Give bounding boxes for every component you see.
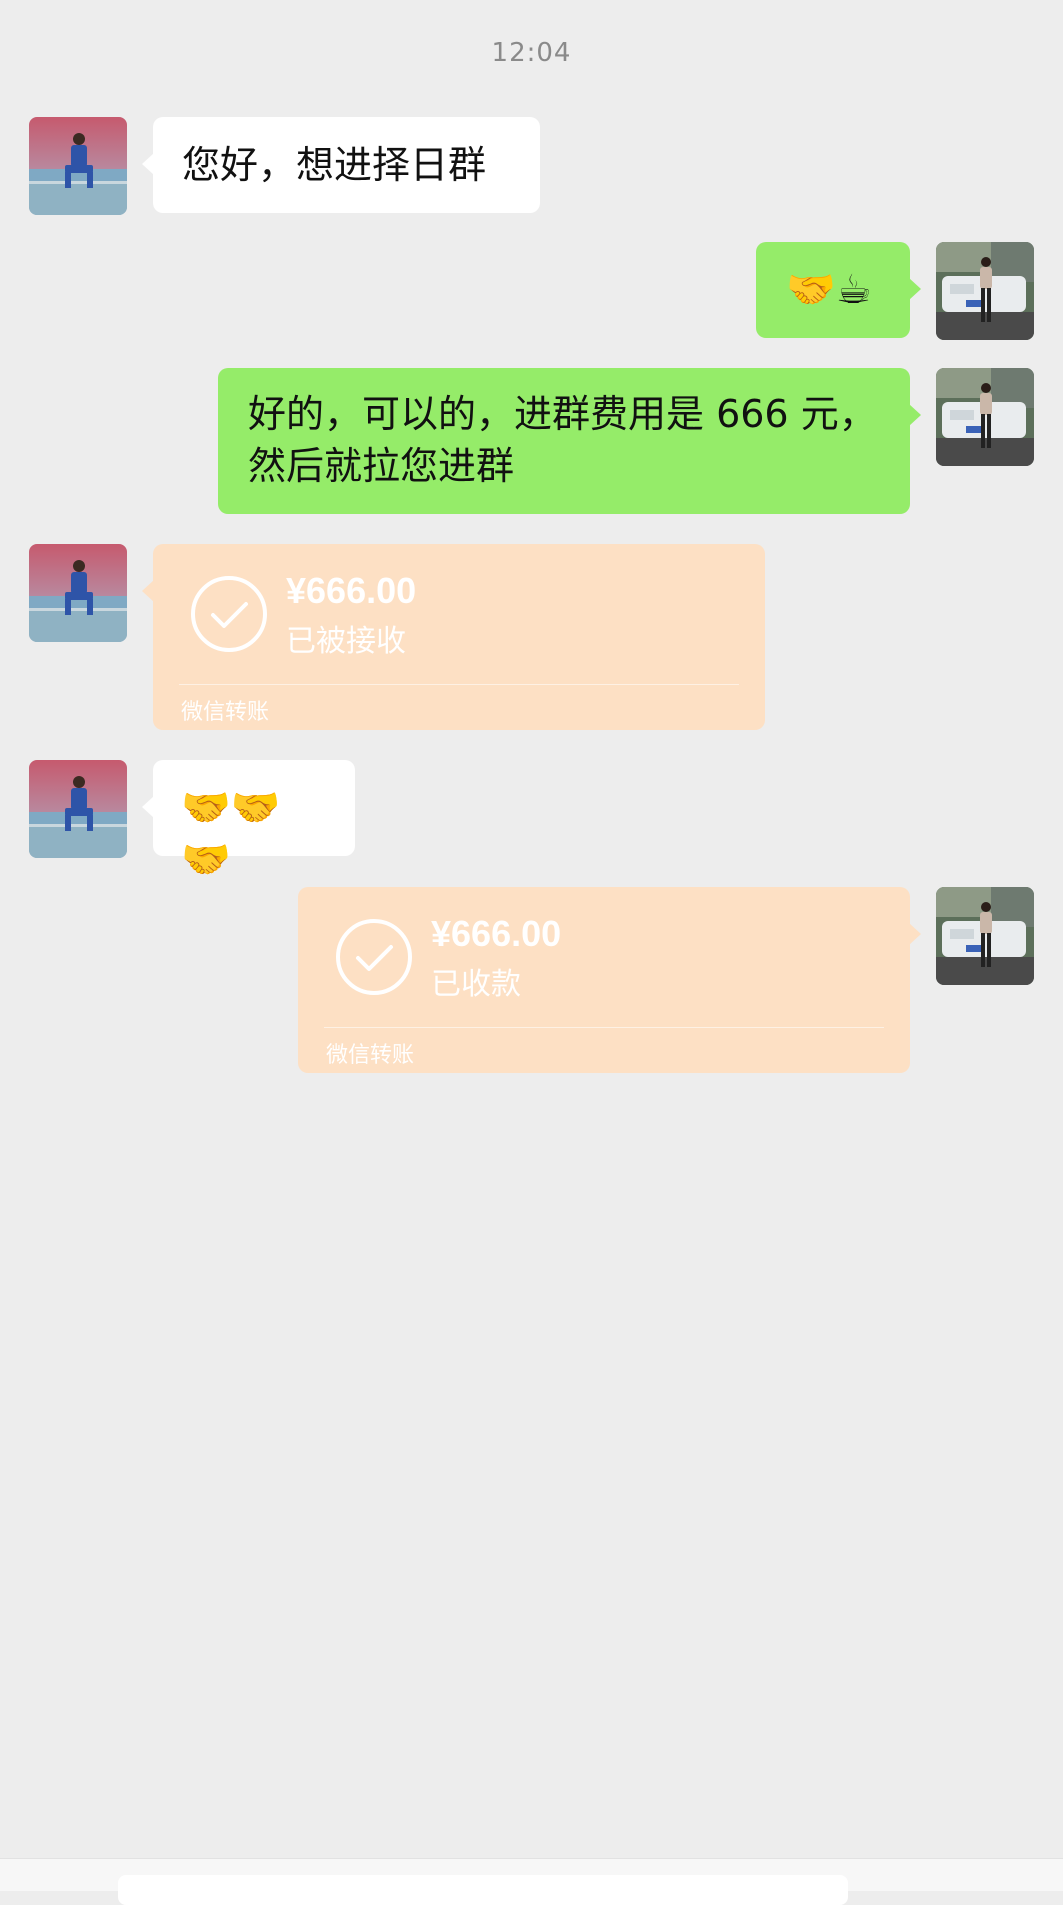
transfer-card[interactable]: ¥666.00 已收款 微信转账 [298,887,921,1073]
self-avatar[interactable] [936,368,1034,466]
transfer-footer: 微信转账 [181,700,270,725]
message-text: 您好，想进择日群 [182,143,487,187]
bubble-tail [909,404,921,426]
message-emoji: 🤝🤝🤝 [181,785,281,883]
card-divider [324,1027,884,1028]
message-emoji: 🤝☕ [786,267,872,313]
message-timestamp: 12:04 [491,38,572,68]
transfer-card[interactable]: ¥666.00 已被接收 微信转账 [142,544,765,730]
bubble-tail [142,153,154,175]
self-avatar[interactable] [936,887,1034,985]
contact-avatar[interactable] [29,760,127,858]
bubble-tail [909,278,921,300]
check-circle-icon [336,919,412,995]
message-bubble[interactable]: 🤝☕ [756,242,921,338]
transfer-status: 已收款 [431,967,521,1002]
transfer-amount: ¥666.00 [431,913,562,954]
bubble-tail [142,580,154,602]
message-text-line: 好的，可以的，进群费用是 666 元， [248,392,877,436]
message-bubble[interactable]: 好的，可以的，进群费用是 666 元， 然后就拉您进群 [218,368,921,514]
transfer-footer: 微信转账 [326,1043,415,1068]
transfer-status: 已被接收 [286,624,406,659]
bubble-tail [909,923,921,945]
message-text-line: 然后就拉您进群 [248,444,515,488]
self-avatar[interactable] [936,242,1034,340]
bubble-tail [142,796,154,818]
message-input[interactable] [118,1875,848,1905]
message-bubble[interactable]: 您好，想进择日群 [142,117,540,213]
input-bar [0,1858,1063,1905]
message-bubble[interactable]: 🤝🤝🤝 [142,760,355,883]
contact-avatar[interactable] [29,544,127,642]
transfer-amount: ¥666.00 [286,570,417,611]
check-circle-icon [191,576,267,652]
card-divider [179,684,739,685]
contact-avatar[interactable] [29,117,127,215]
